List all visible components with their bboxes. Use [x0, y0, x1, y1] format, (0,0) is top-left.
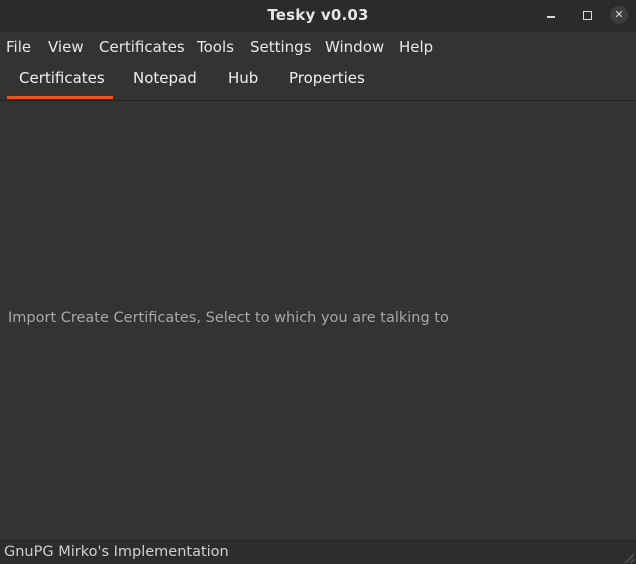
window-title: Tesky v0.03: [267, 6, 369, 24]
close-icon: ✕: [614, 8, 624, 21]
menu-file[interactable]: File: [6, 38, 31, 56]
status-bar: GnuPG Mirko's Implementation: [0, 540, 636, 564]
maximize-icon: [582, 10, 592, 20]
certificates-panel: Import Create Certificates, Select to wh…: [0, 101, 636, 539]
tab-certificates[interactable]: Certificates: [19, 69, 105, 87]
app-window: Tesky v0.03 ✕ File View Certificates Too…: [0, 0, 636, 564]
tab-bar: Certificates Notepad Hub Properties: [0, 62, 636, 101]
status-text: GnuPG Mirko's Implementation: [4, 544, 229, 560]
title-bar[interactable]: Tesky v0.03 ✕: [0, 0, 636, 32]
menu-tools[interactable]: Tools: [197, 38, 234, 56]
minimize-button[interactable]: [544, 8, 558, 22]
tab-properties[interactable]: Properties: [289, 69, 365, 87]
tab-hub[interactable]: Hub: [228, 69, 258, 87]
close-button[interactable]: ✕: [610, 6, 628, 24]
tab-notepad[interactable]: Notepad: [133, 69, 197, 87]
menu-settings[interactable]: Settings: [250, 38, 312, 56]
minimize-icon: [547, 16, 555, 18]
active-tab-indicator: [7, 96, 113, 99]
menu-bar: File View Certificates Tools Settings Wi…: [0, 32, 636, 62]
resize-grip-icon[interactable]: [624, 553, 634, 563]
menu-view[interactable]: View: [48, 38, 84, 56]
empty-state-message: Import Create Certificates, Select to wh…: [8, 310, 449, 326]
maximize-button[interactable]: [580, 8, 594, 22]
menu-certificates[interactable]: Certificates: [99, 38, 185, 56]
menu-help[interactable]: Help: [399, 38, 433, 56]
menu-window[interactable]: Window: [325, 38, 384, 56]
